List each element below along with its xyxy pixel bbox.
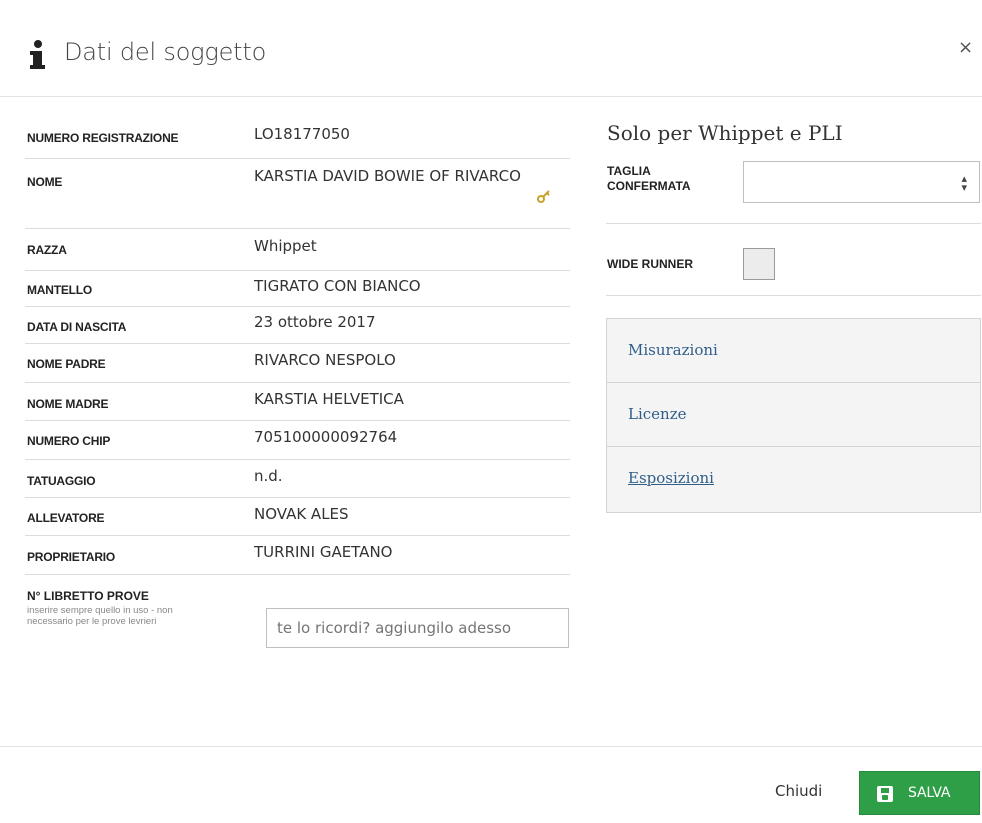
detail-label: RAZZA	[27, 243, 67, 257]
save-button-label: SALVA	[908, 785, 951, 801]
accordion-item-esposizioni[interactable]: Esposizioni	[607, 447, 980, 511]
accordion-label: Misurazioni	[628, 341, 718, 359]
accordion-item-licenze[interactable]: Licenze	[607, 383, 980, 447]
detail-value: TIGRATO CON BIANCO	[254, 277, 421, 295]
subject-details-table: NUMERO REGISTRAZIONE LO18177050 NOME KAR…	[25, 115, 570, 667]
modal-title: Dati del soggetto	[64, 38, 267, 66]
detail-label: MANTELLO	[27, 283, 93, 297]
detail-value: 23 ottobre 2017	[254, 313, 376, 331]
wide-runner-label: WIDE RUNNER	[607, 257, 693, 271]
info-icon	[30, 40, 45, 70]
modal-footer: Chiudi SALVA	[0, 746, 982, 823]
divider	[606, 223, 981, 224]
detail-value: LO18177050	[254, 125, 350, 143]
detail-label: NUMERO REGISTRAZIONE	[27, 131, 179, 145]
detail-value: KARSTIA HELVETICA	[254, 390, 404, 408]
detail-label: TATUAGGIO	[27, 474, 96, 488]
detail-row-libretto: N° LIBRETTO PROVE inserire sempre quello…	[25, 575, 570, 667]
taglia-confermata-select[interactable]: ▴ ▾	[743, 161, 980, 203]
close-icon[interactable]: ×	[958, 38, 973, 58]
sort-caret-icon: ▴ ▾	[961, 172, 967, 194]
detail-value: KARSTIA DAVID BOWIE OF RIVARCO	[254, 167, 521, 185]
detail-label: DATA DI NASCITA	[27, 320, 127, 334]
taglia-confermata-label: TAGLIA CONFERMATA	[607, 164, 691, 193]
accordion-item-misurazioni[interactable]: Misurazioni	[607, 319, 980, 383]
detail-row-numero-chip: NUMERO CHIP 705100000092764	[25, 421, 570, 460]
subject-details-modal: Dati del soggetto × NUMERO REGISTRAZIONE…	[0, 0, 982, 823]
detail-label: NOME PADRE	[27, 357, 106, 371]
detail-value: Whippet	[254, 237, 317, 255]
libretto-input[interactable]	[266, 608, 569, 648]
detail-label: NOME	[27, 175, 63, 189]
divider	[606, 295, 981, 296]
detail-row-nome: NOME KARSTIA DAVID BOWIE OF RIVARCO	[25, 159, 570, 229]
detail-row-numero-registrazione: NUMERO REGISTRAZIONE LO18177050	[25, 115, 570, 159]
key-icon[interactable]	[537, 189, 551, 203]
accordion-label: Esposizioni	[628, 469, 714, 487]
detail-row-allevatore: ALLEVATORE NOVAK ALES	[25, 498, 570, 536]
detail-label: NUMERO CHIP	[27, 434, 111, 448]
save-button[interactable]: SALVA	[859, 771, 980, 815]
detail-row-nome-madre: NOME MADRE KARSTIA HELVETICA	[25, 383, 570, 421]
detail-value: RIVARCO NESPOLO	[254, 351, 396, 369]
floppy-disk-icon	[877, 786, 893, 802]
close-button[interactable]: Chiudi	[775, 782, 822, 800]
accordion: Misurazioni Licenze Esposizioni	[606, 318, 981, 513]
detail-value: n.d.	[254, 467, 283, 485]
detail-label: PROPRIETARIO	[27, 550, 116, 564]
detail-value: TURRINI GAETANO	[254, 543, 393, 561]
detail-row-razza: RAZZA Whippet	[25, 229, 570, 271]
libretto-help-text: inserire sempre quello in uso - non nece…	[27, 605, 173, 627]
detail-row-tatuaggio: TATUAGGIO n.d.	[25, 460, 570, 498]
detail-row-data-di-nascita: DATA DI NASCITA 23 ottobre 2017	[25, 307, 570, 344]
modal-header: Dati del soggetto ×	[0, 0, 982, 97]
detail-value: NOVAK ALES	[254, 505, 349, 523]
section-title: Solo per Whippet e PLI	[607, 121, 843, 145]
detail-label: NOME MADRE	[27, 397, 109, 411]
detail-row-nome-padre: NOME PADRE RIVARCO NESPOLO	[25, 344, 570, 383]
detail-row-proprietario: PROPRIETARIO TURRINI GAETANO	[25, 536, 570, 575]
accordion-label: Licenze	[628, 405, 687, 423]
detail-value: 705100000092764	[254, 428, 398, 446]
libretto-label: N° LIBRETTO PROVE	[27, 589, 149, 603]
detail-row-mantello: MANTELLO TIGRATO CON BIANCO	[25, 271, 570, 307]
detail-label: ALLEVATORE	[27, 511, 105, 525]
wide-runner-checkbox[interactable]	[743, 248, 775, 280]
